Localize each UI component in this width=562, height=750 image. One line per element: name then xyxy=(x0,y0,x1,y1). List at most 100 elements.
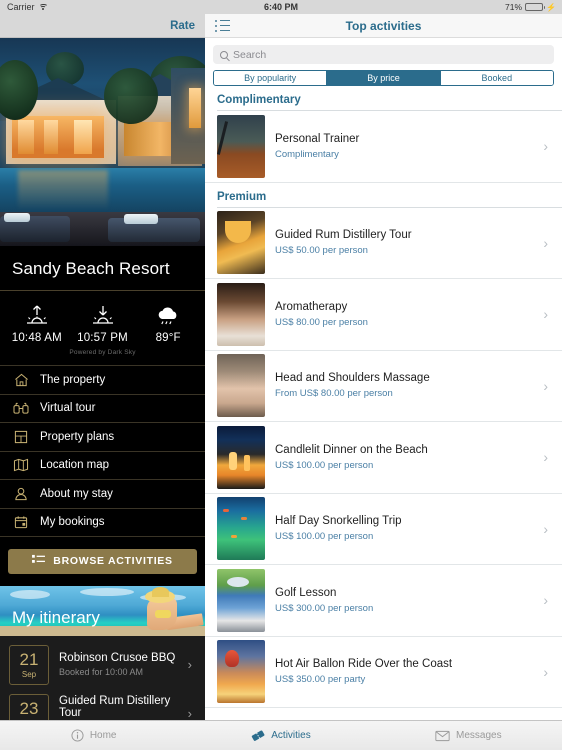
activity-row[interactable]: Golf Lesson US$ 300.00 per person › xyxy=(205,565,562,637)
itinerary-section: My itinerary 21 Sep Robinson Crusoe BBQ … xyxy=(0,585,205,720)
tab-activities[interactable]: Activities xyxy=(187,721,374,750)
person-icon xyxy=(12,485,30,503)
activity-title: Candlelit Dinner on the Beach xyxy=(275,443,428,456)
activity-row[interactable]: Head and Shoulders Massage From US$ 80.0… xyxy=(205,351,562,422)
activity-title: Aromatherapy xyxy=(275,300,348,313)
activity-price: Complimentary xyxy=(275,148,339,160)
activity-thumbnail xyxy=(217,211,265,275)
itinerary-list: 21 Sep Robinson Crusoe BBQ Booked for 10… xyxy=(0,635,205,720)
itinerary-month: Sep xyxy=(21,669,37,679)
temperature: 89°F xyxy=(155,332,181,344)
chevron-right-icon: › xyxy=(543,306,548,323)
activity-text: Aromatherapy US$ 80.00 per person xyxy=(275,301,533,328)
itinerary-date-badge: 23 Sep xyxy=(9,693,49,720)
activity-text: Personal Trainer Complimentary xyxy=(275,133,533,160)
info-circle-icon xyxy=(71,729,84,742)
activity-price: US$ 100.00 per person xyxy=(275,459,374,471)
menu-item-location-map[interactable]: Location map xyxy=(0,452,205,480)
sunrise-cell: 10:48 AM xyxy=(4,303,70,344)
activity-text: Half Day Snorkelling Trip US$ 100.00 per… xyxy=(275,515,533,542)
search-input[interactable]: Search xyxy=(213,45,554,64)
envelope-icon xyxy=(435,730,450,742)
activity-price: US$ 80.00 per person xyxy=(275,316,368,328)
menu-item-about-my-stay[interactable]: About my stay xyxy=(0,480,205,509)
search-bar-container: Search xyxy=(205,38,562,69)
activity-row[interactable]: Hot Air Ballon Ride Over the Coast US$ 3… xyxy=(205,637,562,708)
chevron-right-icon: › xyxy=(543,138,548,155)
right-nav-bar: Top activities xyxy=(205,14,562,38)
folded-map-icon xyxy=(12,456,30,474)
chevron-right-icon: › xyxy=(543,234,548,251)
rate-button[interactable]: Rate xyxy=(170,20,195,32)
activity-row[interactable]: Half Day Snorkelling Trip US$ 100.00 per… xyxy=(205,494,562,565)
activity-row[interactable]: Guided Rum Distillery Tour US$ 50.00 per… xyxy=(205,208,562,279)
sunset-cell: 10:57 PM xyxy=(70,303,136,344)
activity-thumbnail xyxy=(217,640,265,704)
menu-item-property-plans[interactable]: Property plans xyxy=(0,423,205,452)
sort-segmented-control[interactable]: By popularity By price Booked xyxy=(213,70,554,86)
resort-name: Sandy Beach Resort xyxy=(0,246,205,291)
activity-price: US$ 50.00 per person xyxy=(275,245,368,257)
activity-row[interactable]: Personal Trainer Complimentary › xyxy=(205,111,562,183)
app-root: Carrier 6:40 PM 71% ⚡ Rate Sandy Beach R… xyxy=(0,0,562,750)
itinerary-title: My itinerary xyxy=(12,607,100,627)
tab-messages[interactable]: Messages xyxy=(375,721,562,750)
activity-row[interactable]: Candlelit Dinner on the Beach US$ 100.00… xyxy=(205,422,562,494)
tab-label: Messages xyxy=(456,730,502,741)
floorplan-icon xyxy=(12,428,30,446)
itinerary-day: 21 xyxy=(19,649,39,669)
segment-booked[interactable]: Booked xyxy=(440,71,553,85)
split-view: Rate Sandy Beach Resort 10:48 AM 10:57 P… xyxy=(0,14,562,720)
activity-text: Guided Rum Distillery Tour US$ 50.00 per… xyxy=(275,229,533,256)
activity-thumbnail xyxy=(217,354,265,418)
left-menu: The property Virtual tour Property plans xyxy=(0,365,205,537)
segment-by-price[interactable]: By price xyxy=(327,71,441,85)
tab-bar: Home Activities Messages xyxy=(0,720,562,750)
activity-title: Half Day Snorkelling Trip xyxy=(275,515,402,528)
itinerary-item[interactable]: 23 Sep Guided Rum Distillery Tour Booked… xyxy=(8,693,197,720)
itinerary-hero-image: My itinerary xyxy=(0,585,205,636)
browse-activities-label: BROWSE ACTIVITIES xyxy=(53,555,173,568)
list-icon xyxy=(32,554,46,569)
menu-item-label: My bookings xyxy=(40,516,105,529)
itinerary-item-subtitle: Booked for 10:00 AM xyxy=(59,667,144,678)
activity-row[interactable]: Aromatherapy US$ 80.00 per person › xyxy=(205,279,562,351)
page-title: Top activities xyxy=(345,18,422,33)
binoculars-icon xyxy=(12,399,30,417)
resort-hero-image xyxy=(0,38,205,246)
activity-price: From US$ 80.00 per person xyxy=(275,388,393,400)
sunset-time: 10:57 PM xyxy=(77,332,128,344)
menu-item-label: Property plans xyxy=(40,430,115,443)
chevron-right-icon: › xyxy=(543,663,548,680)
itinerary-day: 23 xyxy=(19,698,39,718)
left-panel: Rate Sandy Beach Resort 10:48 AM 10:57 P… xyxy=(0,14,205,720)
condition-cell: 89°F xyxy=(135,303,201,344)
status-bar: Carrier 6:40 PM 71% ⚡ xyxy=(0,0,562,14)
chevron-right-icon: › xyxy=(543,592,548,609)
menu-item-the-property[interactable]: The property xyxy=(0,366,205,395)
chevron-right-icon: › xyxy=(543,377,548,394)
sunrise-icon xyxy=(4,303,70,329)
tab-label: Activities xyxy=(271,730,311,741)
activity-price: US$ 100.00 per person xyxy=(275,531,374,543)
tab-home[interactable]: Home xyxy=(0,721,187,750)
menu-item-my-bookings[interactable]: My bookings xyxy=(0,509,205,537)
segment-by-popularity[interactable]: By popularity xyxy=(214,71,328,85)
activity-title: Guided Rum Distillery Tour xyxy=(275,229,412,242)
weather-summary: 10:48 AM 10:57 PM 89°F xyxy=(0,291,205,346)
activity-text: Candlelit Dinner on the Beach US$ 100.00… xyxy=(275,444,533,471)
browse-activities-button[interactable]: BROWSE ACTIVITIES xyxy=(8,549,197,574)
ticket-icon xyxy=(251,729,265,742)
menu-item-label: The property xyxy=(40,373,106,386)
section-header-complimentary: Complimentary xyxy=(217,94,301,106)
activity-thumbnail xyxy=(217,425,265,489)
menu-item-virtual-tour[interactable]: Virtual tour xyxy=(0,395,205,423)
itinerary-item-title: Robinson Crusoe BBQ xyxy=(59,652,176,665)
itinerary-item[interactable]: 21 Sep Robinson Crusoe BBQ Booked for 10… xyxy=(8,644,197,686)
menu-item-label: About my stay xyxy=(40,487,113,500)
activities-list[interactable]: Complimentary Personal Trainer Complimen… xyxy=(205,86,562,720)
tab-label: Home xyxy=(89,730,117,741)
itinerary-item-title: Guided Rum Distillery Tour xyxy=(59,695,171,720)
activity-title: Hot Air Ballon Ride Over the Coast xyxy=(275,658,453,671)
activity-thumbnail xyxy=(217,568,265,632)
